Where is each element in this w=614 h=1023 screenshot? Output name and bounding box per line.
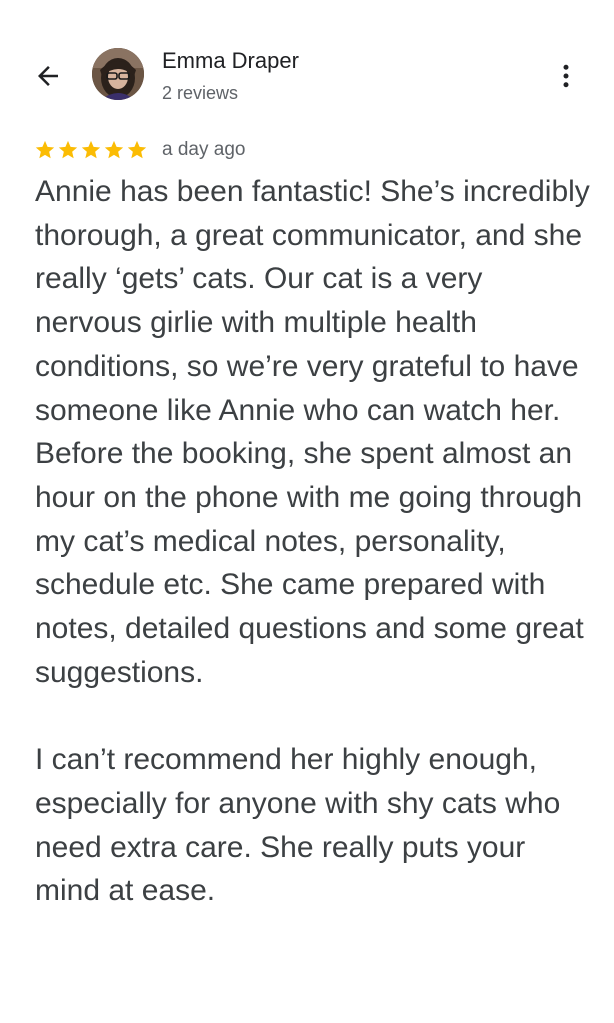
review-paragraph: I can’t recommend her highly enough, esp… xyxy=(35,743,561,908)
avatar[interactable] xyxy=(92,48,144,100)
review-header: Emma Draper 2 reviews xyxy=(0,0,614,130)
star-icon xyxy=(127,140,147,159)
back-button[interactable] xyxy=(28,56,68,96)
star-icon xyxy=(104,140,124,159)
more-options-button[interactable] xyxy=(548,56,584,96)
rating-row: a day ago xyxy=(34,136,245,164)
review-paragraph: Annie has been fantastic! She’s incredib… xyxy=(35,175,590,689)
more-vert-icon xyxy=(563,64,569,88)
star-icon xyxy=(35,140,55,159)
review-time: a day ago xyxy=(162,139,246,160)
review-count: 2 reviews xyxy=(162,83,239,103)
reviewer-name[interactable]: Emma Draper xyxy=(162,48,299,74)
star-rating xyxy=(34,139,148,161)
review-text: Annie has been fantastic! She’s incredib… xyxy=(35,170,595,913)
avatar-image xyxy=(92,48,144,100)
arrow-left-icon xyxy=(38,66,58,86)
star-icon xyxy=(58,140,78,159)
star-icon xyxy=(81,140,101,159)
